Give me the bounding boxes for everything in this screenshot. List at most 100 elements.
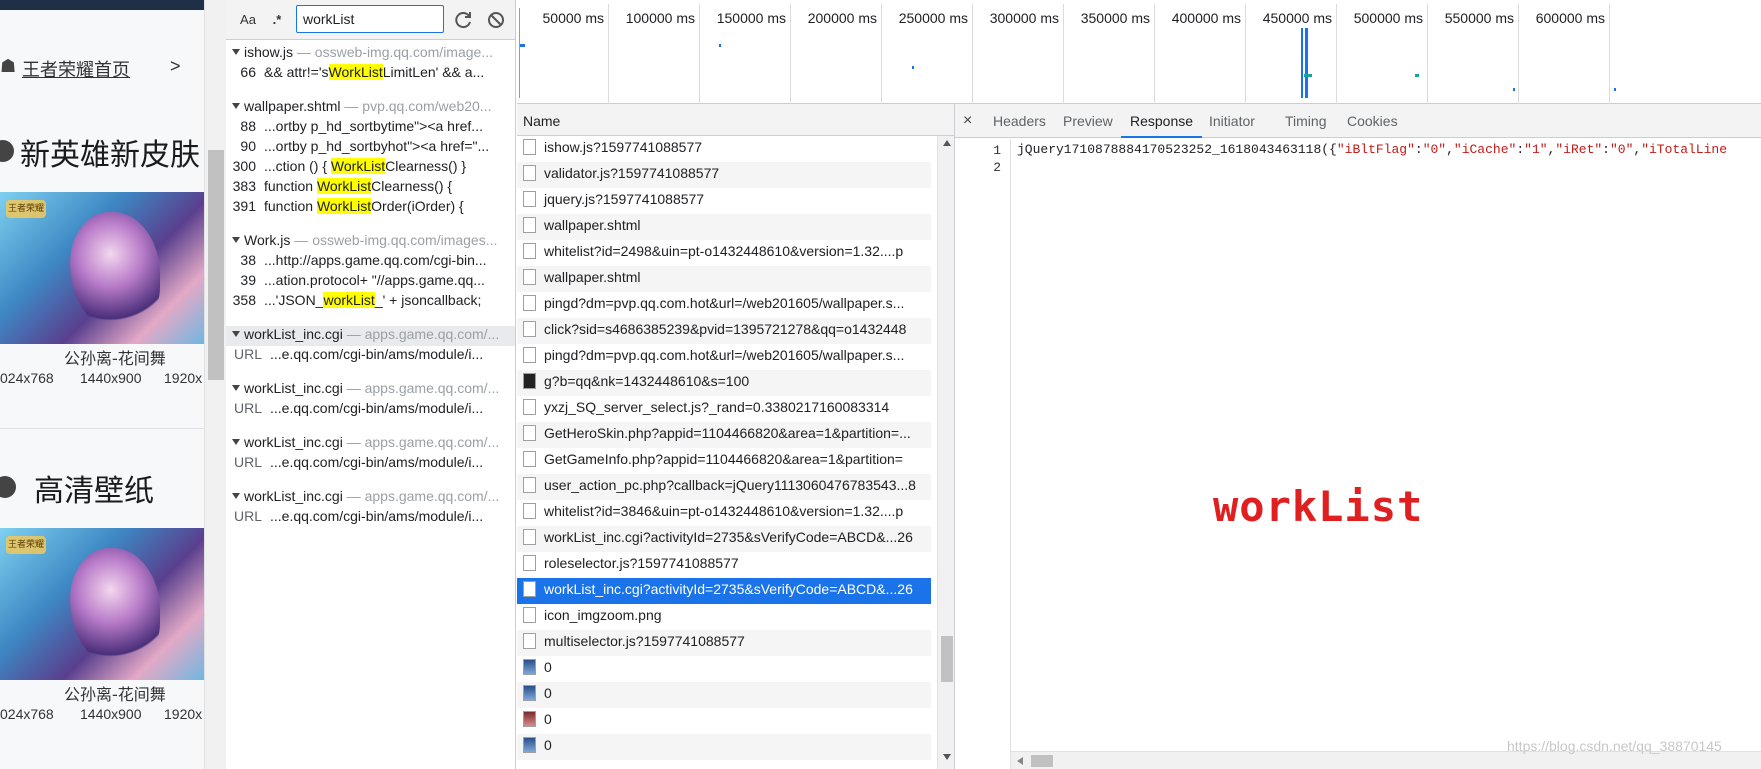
response-body[interactable]: jQuery1710878884170523252_1618043463118(… bbox=[1017, 142, 1727, 157]
wallpaper-caption: 公孙离-花间舞 bbox=[64, 349, 166, 368]
search-result-file-0[interactable]: ishow.js — ossweb-img.qq.com/image... bbox=[226, 44, 515, 64]
request-row[interactable]: icon_imgzoom.png bbox=[517, 604, 931, 630]
search-toolbar: Aa .* bbox=[226, 0, 515, 40]
match-text: ...'JSON_ bbox=[264, 292, 324, 308]
expand-triangle-icon[interactable] bbox=[232, 385, 240, 391]
request-row[interactable]: pingd?dm=pvp.qq.com.hot&url=/web201605/w… bbox=[517, 292, 931, 318]
search-match-row[interactable]: URL ...e.qq.com/cgi-bin/ams/module/i... bbox=[226, 346, 515, 366]
page-scrollbar[interactable] bbox=[204, 0, 226, 769]
request-list-scrollbar-thumb[interactable] bbox=[941, 636, 953, 682]
json-value: "0" bbox=[1609, 142, 1634, 157]
expand-triangle-icon[interactable] bbox=[232, 331, 240, 337]
resolution-link[interactable]: 024x768 bbox=[0, 706, 54, 722]
search-input[interactable] bbox=[296, 5, 444, 33]
regex-button[interactable]: .* bbox=[266, 10, 288, 30]
scroll-left-icon[interactable] bbox=[1017, 757, 1023, 765]
resolution-link[interactable]: 1920x bbox=[164, 370, 202, 386]
hero-section-icon bbox=[0, 140, 14, 162]
search-match-row[interactable]: 391 function WorkListOrder(iOrder) { bbox=[226, 198, 515, 218]
json-key: "iBltFlag" bbox=[1336, 142, 1415, 157]
request-row[interactable]: GetHeroSkin.php?appid=1104466820&area=1&… bbox=[517, 422, 931, 448]
request-row[interactable]: multiselector.js?1597741088577 bbox=[517, 630, 931, 656]
result-file-name: workList_inc.cgi bbox=[244, 488, 343, 504]
resolution-link[interactable]: 1920x bbox=[164, 706, 202, 722]
request-row[interactable]: whitelist?id=2498&uin=pt-o1432448610&ver… bbox=[517, 240, 931, 266]
search-match-row[interactable]: 66 && attr!='sWorkListLimitLen' && a... bbox=[226, 64, 515, 84]
wallpaper-thumbnail[interactable]: 王者荣耀 bbox=[0, 192, 204, 344]
home-link[interactable]: 王者荣耀首页 bbox=[22, 56, 130, 82]
json-key: "iTotalLine bbox=[1641, 142, 1728, 157]
scroll-up-icon[interactable] bbox=[943, 140, 951, 146]
request-row[interactable]: 0 bbox=[517, 656, 931, 682]
request-row[interactable]: 0 bbox=[517, 708, 931, 734]
wallpaper-thumbnail[interactable]: 王者荣耀 bbox=[0, 528, 204, 680]
search-match-row[interactable]: 38 ...http://apps.game.qq.com/cgi-bin... bbox=[226, 252, 515, 272]
search-match-row[interactable]: URL ...e.qq.com/cgi-bin/ams/module/i... bbox=[226, 400, 515, 420]
search-match-row[interactable]: URL ...e.qq.com/cgi-bin/ams/module/i... bbox=[226, 508, 515, 528]
expand-triangle-icon[interactable] bbox=[232, 49, 240, 55]
search-match-row[interactable]: 39 ...ation.protocol+ "//apps.game.qq... bbox=[226, 272, 515, 292]
request-row[interactable]: yxzj_SQ_server_select.js?_rand=0.3380217… bbox=[517, 396, 931, 422]
refresh-icon[interactable] bbox=[454, 10, 474, 30]
request-row[interactable]: 0 bbox=[517, 682, 931, 708]
request-row[interactable]: ishow.js?1597741088577 bbox=[517, 136, 931, 162]
search-match-row[interactable]: 88 ...ortby p_hd_sortbytime"><a href... bbox=[226, 118, 515, 138]
request-row[interactable]: roleselector.js?1597741088577 bbox=[517, 552, 931, 578]
tab-initiator[interactable]: Initiator bbox=[1209, 104, 1255, 138]
request-row[interactable]: user_action_pc.php?callback=jQuery111306… bbox=[517, 474, 931, 500]
name-column-header[interactable]: Name bbox=[517, 104, 954, 136]
search-result-file-6[interactable]: workList_inc.cgi — apps.game.qq.com/... bbox=[226, 488, 515, 508]
close-icon[interactable]: × bbox=[963, 104, 979, 138]
request-detail-pane: × Headers Preview Response Initiator Tim… bbox=[955, 104, 1761, 769]
search-match-row[interactable]: 383 function WorkListClearness() { bbox=[226, 178, 515, 198]
request-row[interactable]: jquery.js?1597741088577 bbox=[517, 188, 931, 214]
search-result-file-4[interactable]: workList_inc.cgi — apps.game.qq.com/... bbox=[226, 380, 515, 400]
request-row[interactable]: g?b=qq&nk=1432448610&s=100 bbox=[517, 370, 931, 396]
search-result-file-1[interactable]: wallpaper.shtml — pvp.qq.com/web20... bbox=[226, 98, 515, 118]
request-row[interactable]: whitelist?id=3846&uin=pt-o1432448610&ver… bbox=[517, 500, 931, 526]
match-case-button[interactable]: Aa bbox=[234, 10, 262, 30]
request-row[interactable]: wallpaper.shtml bbox=[517, 266, 931, 292]
request-row[interactable]: workList_inc.cgi?activityId=2735&sVerify… bbox=[517, 578, 931, 604]
watermark: https://blog.csdn.net/qq_38870145 bbox=[1507, 738, 1722, 754]
network-overview[interactable]: 50000 ms 100000 ms 150000 ms 200000 ms 25000… bbox=[517, 0, 1761, 104]
tab-headers[interactable]: Headers bbox=[993, 104, 1046, 138]
clear-icon[interactable] bbox=[486, 10, 506, 30]
tab-cookies[interactable]: Cookies bbox=[1347, 104, 1398, 138]
tab-preview[interactable]: Preview bbox=[1063, 104, 1113, 138]
request-row[interactable]: validator.js?1597741088577 bbox=[517, 162, 931, 188]
search-match-row[interactable]: 358 ...'JSON_workList_' + jsoncallback; bbox=[226, 292, 515, 312]
request-list-scrollbar[interactable] bbox=[937, 136, 954, 769]
search-match-row[interactable]: 300 ...ction () { WorkListClearness() } bbox=[226, 158, 515, 178]
request-row[interactable]: click?sid=s4686385239&pvid=1395721278&qq… bbox=[517, 318, 931, 344]
tab-response[interactable]: Response bbox=[1121, 104, 1203, 138]
resolution-link[interactable]: 1440x900 bbox=[80, 370, 142, 386]
match-text: Order(iOrder) { bbox=[371, 198, 464, 214]
search-match-row[interactable]: 90 ...ortby p_hd_sortbyhot"><a href="... bbox=[226, 138, 515, 158]
resolution-link[interactable]: 024x768 bbox=[0, 370, 54, 386]
request-row[interactable]: pingd?dm=pvp.qq.com.hot&url=/web201605/w… bbox=[517, 344, 931, 370]
request-row[interactable]: 0 bbox=[517, 734, 931, 760]
json-pairs: "iBltFlag":"0","iCache":"1","iRet":"0","… bbox=[1336, 142, 1728, 157]
request-row[interactable]: wallpaper.shtml bbox=[517, 214, 931, 240]
request-name: workList_inc.cgi?activityId=2735&sVerify… bbox=[544, 581, 913, 597]
response-scrollbar-thumb[interactable] bbox=[1031, 755, 1053, 767]
timeline-tick-label: 50000 ms bbox=[542, 10, 604, 26]
scroll-down-icon[interactable] bbox=[943, 754, 951, 760]
request-bar bbox=[519, 8, 520, 98]
expand-triangle-icon[interactable] bbox=[232, 103, 240, 109]
search-result-file-2[interactable]: Work.js — ossweb-img.qq.com/images... bbox=[226, 232, 515, 252]
search-match-row[interactable]: URL ...e.qq.com/cgi-bin/ams/module/i... bbox=[226, 454, 515, 474]
expand-triangle-icon[interactable] bbox=[232, 493, 240, 499]
resolution-link[interactable]: 1440x900 bbox=[80, 706, 142, 722]
search-result-file-5[interactable]: workList_inc.cgi — apps.game.qq.com/... bbox=[226, 434, 515, 454]
tab-timing[interactable]: Timing bbox=[1285, 104, 1327, 138]
page-scrollbar-thumb[interactable] bbox=[208, 150, 224, 380]
match-text: Clearness() { bbox=[371, 178, 453, 194]
expand-triangle-icon[interactable] bbox=[232, 439, 240, 445]
request-row[interactable]: GetGameInfo.php?appid=1104466820&area=1&… bbox=[517, 448, 931, 474]
timeline-gridline bbox=[881, 4, 882, 104]
request-row[interactable]: workList_inc.cgi?activityId=2735&sVerify… bbox=[517, 526, 931, 552]
search-result-file-3[interactable]: workList_inc.cgi — apps.game.qq.com/... bbox=[226, 326, 515, 346]
expand-triangle-icon[interactable] bbox=[232, 237, 240, 243]
